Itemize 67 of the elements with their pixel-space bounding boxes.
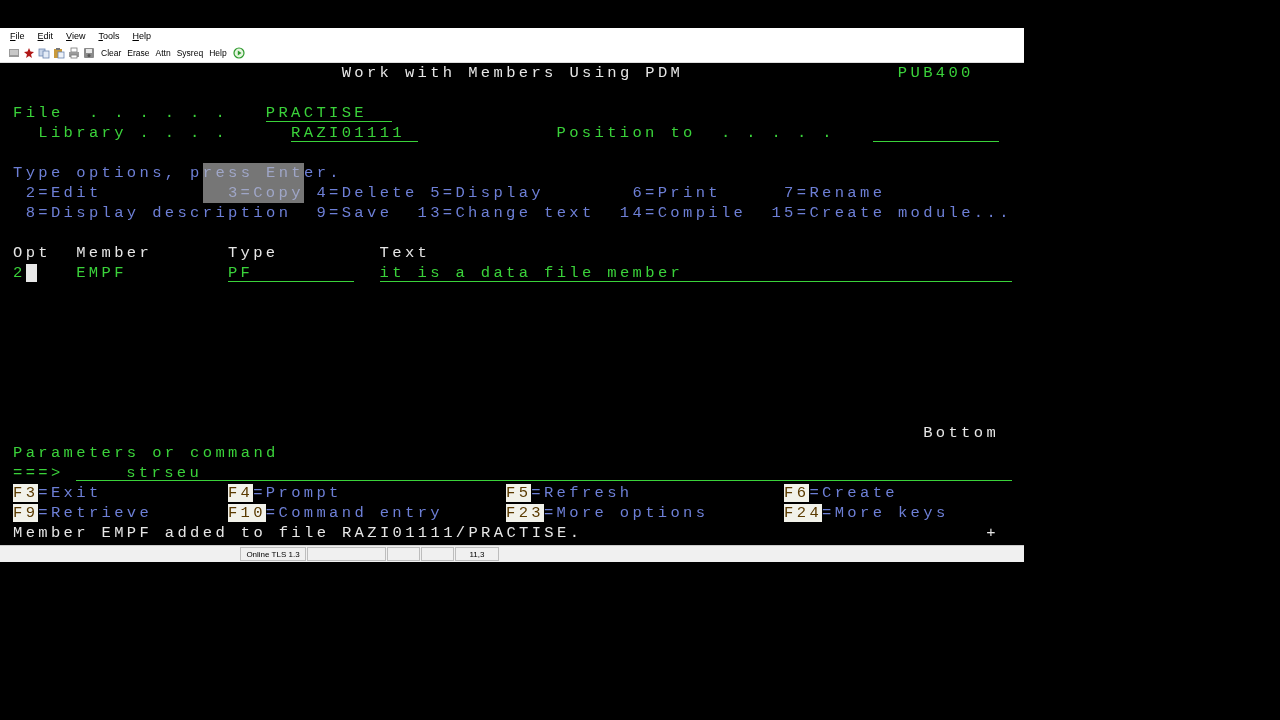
option-text: 6=Print <box>632 183 721 203</box>
menu-item[interactable]: Edit <box>37 31 54 41</box>
table-cell: EMPF <box>76 263 127 283</box>
toolbar-button[interactable]: Attn <box>152 48 174 58</box>
input-field[interactable]: it is a data file member <box>379 263 1012 282</box>
toolbar-button[interactable]: Help <box>206 48 230 58</box>
status-cell <box>421 547 454 561</box>
field-label: Library . . . . <box>38 123 228 143</box>
key-description: =Create <box>809 483 898 503</box>
option-text: 3=Copy <box>227 183 304 203</box>
input-field[interactable]: RAZI01111 <box>291 123 418 142</box>
print-icon[interactable] <box>68 47 80 59</box>
key-description: =Refresh <box>531 483 633 503</box>
command-prompt: ===> <box>13 463 64 483</box>
text-cursor <box>25 264 38 282</box>
menu-item[interactable]: File <box>10 31 25 41</box>
option-text: 14=Compile <box>619 203 747 223</box>
option-text: 5=Display <box>430 183 544 203</box>
column-header: Opt <box>13 243 51 263</box>
input-field[interactable]: PF <box>227 263 355 282</box>
field-label: Position to . . . . . <box>556 123 835 143</box>
command-label: Parameters or command <box>13 443 279 463</box>
option-text: 9=Save <box>316 203 393 223</box>
menu-item[interactable]: View <box>66 31 86 41</box>
key-cap[interactable]: F23 <box>506 504 544 522</box>
input-field[interactable]: PRACTISE <box>265 103 393 122</box>
status-cell <box>387 547 420 561</box>
key-description: =Prompt <box>253 483 342 503</box>
key-cap[interactable]: F6 <box>784 484 810 502</box>
key-description: =Retrieve <box>38 503 153 523</box>
key-cap[interactable]: F24 <box>784 504 823 522</box>
star-burst-icon[interactable] <box>23 47 35 59</box>
column-header: Type <box>227 243 279 263</box>
option-text: 4=Delete <box>316 183 418 203</box>
key-description: =More keys <box>822 503 949 523</box>
command-field[interactable]: strseu <box>76 463 1012 481</box>
key-description: =Command entry <box>265 503 443 523</box>
play-icon[interactable] <box>232 47 245 59</box>
status-cell: Online TLS 1.3 <box>240 547 306 561</box>
column-header: Member <box>76 243 153 263</box>
menu-item[interactable]: Help <box>132 31 151 41</box>
key-cap[interactable]: F10 <box>227 504 266 522</box>
toolbar-button[interactable]: Clear <box>98 48 125 58</box>
menu-item[interactable]: Tools <box>98 31 120 41</box>
option-text: 13=Change text <box>417 203 595 223</box>
option-field[interactable]: 2 <box>13 263 26 283</box>
column-header: Text <box>379 243 431 263</box>
option-text: 7=Rename <box>784 183 886 203</box>
more-mark: + <box>986 523 999 543</box>
key-cap[interactable]: F5 <box>506 484 532 502</box>
paste-icon[interactable] <box>53 47 65 59</box>
key-description: =Exit <box>38 483 102 503</box>
toolbar-button[interactable]: Sysreq <box>173 48 207 58</box>
option-text: 8=Display description <box>25 203 292 223</box>
field-label: File . . . . . . <box>13 103 228 123</box>
key-cap[interactable]: F9 <box>13 504 39 522</box>
system-name: PUB400 <box>897 63 974 83</box>
more-indicator: Bottom <box>923 423 999 443</box>
status-cell: 11,3 <box>455 547 499 561</box>
option-text: 2=Edit <box>25 183 102 203</box>
key-cap[interactable]: F3 <box>13 484 39 502</box>
status-message: Member EMPF added to file RAZI01111/PRACTISE. <box>13 523 582 543</box>
key-cap[interactable]: F4 <box>227 484 254 502</box>
toolbar-button[interactable]: Erase <box>124 48 153 58</box>
option-text: 15=Create module... <box>771 203 1012 223</box>
key-description: =More options <box>543 503 709 523</box>
screen-title: Work with Members Using PDM <box>341 63 683 83</box>
